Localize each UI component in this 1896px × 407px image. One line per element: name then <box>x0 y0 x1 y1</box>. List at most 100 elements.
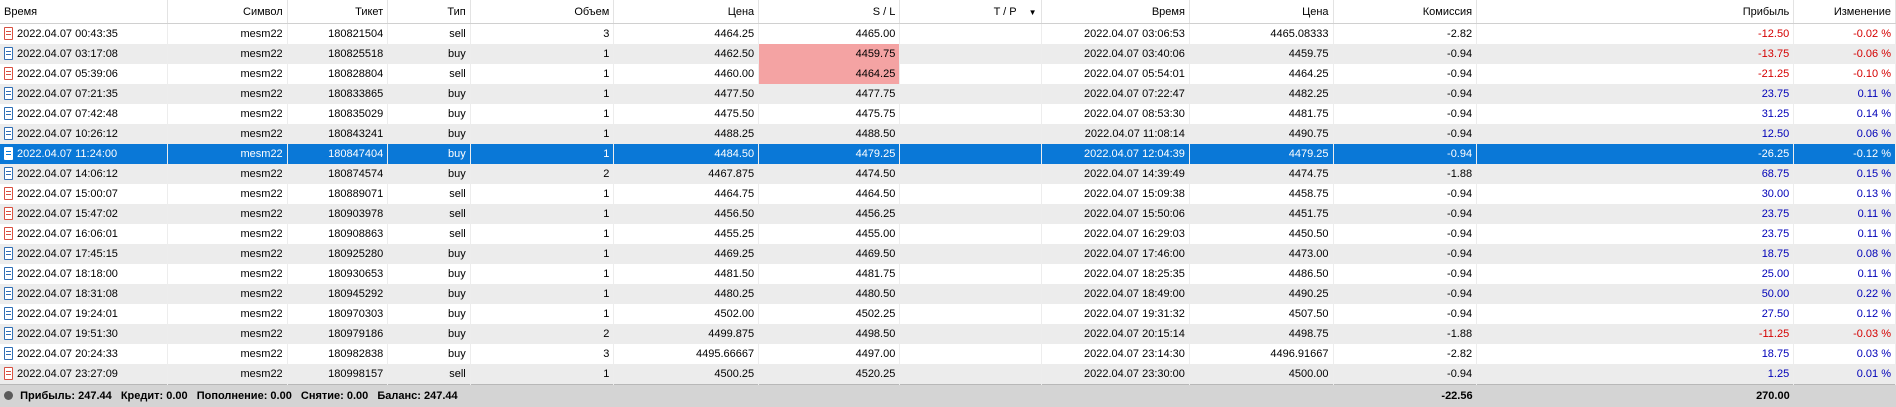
cell-time: 2022.04.07 07:42:48 <box>0 104 168 124</box>
cell-symbol: mesm22 <box>168 204 288 224</box>
cell-time-text: 2022.04.07 03:17:08 <box>17 48 118 60</box>
cell-sl: 4480.50 <box>759 284 900 304</box>
header-type[interactable]: Тип <box>388 0 471 24</box>
cell-time: 2022.04.07 17:45:15 <box>0 244 168 264</box>
header-volume[interactable]: Объем <box>470 0 614 24</box>
table-row[interactable]: 2022.04.07 17:45:15mesm22180925280buy144… <box>0 244 1896 264</box>
table-row[interactable]: 2022.04.07 03:17:08mesm22180825518buy144… <box>0 44 1896 64</box>
header-close-price[interactable]: Цена <box>1189 0 1333 24</box>
cell-symbol: mesm22 <box>168 24 288 45</box>
table-row[interactable]: 2022.04.07 23:27:09mesm22180998157sell14… <box>0 364 1896 385</box>
cell-change: -0.02 % <box>1794 24 1896 45</box>
table-row[interactable]: 2022.04.07 07:21:35mesm22180833865buy144… <box>0 84 1896 104</box>
header-close-time[interactable]: Время <box>1041 0 1189 24</box>
cell-commission: -0.94 <box>1333 224 1477 244</box>
table-row[interactable]: 2022.04.07 19:51:30mesm22180979186buy244… <box>0 324 1896 344</box>
table-row[interactable]: 2022.04.07 10:26:12mesm22180843241buy144… <box>0 124 1896 144</box>
cell-close-time: 2022.04.07 14:39:49 <box>1041 164 1189 184</box>
cell-change: 0.08 % <box>1794 244 1896 264</box>
table-row[interactable]: 2022.04.07 18:18:00mesm22180930653buy144… <box>0 264 1896 284</box>
header-sl[interactable]: S / L <box>759 0 900 24</box>
buy-order-icon <box>4 107 13 120</box>
header-tp[interactable]: T / P▼ <box>900 0 1041 24</box>
cell-sl: 4474.50 <box>759 164 900 184</box>
cell-volume: 1 <box>470 104 614 124</box>
cell-volume: 1 <box>470 284 614 304</box>
cell-close-price: 4498.75 <box>1189 324 1333 344</box>
table-row[interactable]: 2022.04.07 05:39:06mesm22180828804sell14… <box>0 64 1896 84</box>
buy-order-icon <box>4 87 13 100</box>
table-row[interactable]: 2022.04.07 14:06:12mesm22180874574buy244… <box>0 164 1896 184</box>
cell-ticket: 180825518 <box>287 44 388 64</box>
table-row[interactable]: 2022.04.07 19:24:01mesm22180970303buy145… <box>0 304 1896 324</box>
cell-close-price: 4451.75 <box>1189 204 1333 224</box>
cell-time-text: 2022.04.07 00:43:35 <box>17 28 118 40</box>
buy-order-icon <box>4 307 13 320</box>
cell-close-price: 4496.91667 <box>1189 344 1333 364</box>
cell-change: 0.11 % <box>1794 204 1896 224</box>
buy-order-icon <box>4 147 13 160</box>
header-symbol[interactable]: Символ <box>168 0 288 24</box>
table-row[interactable]: 2022.04.07 18:31:08mesm22180945292buy144… <box>0 284 1896 304</box>
cell-commission: -0.94 <box>1333 144 1477 164</box>
cell-profit: 23.75 <box>1477 204 1794 224</box>
header-price[interactable]: Цена <box>614 0 759 24</box>
cell-time: 2022.04.07 16:06:01 <box>0 224 168 244</box>
table-row[interactable]: 2022.04.07 00:43:35mesm22180821504sell34… <box>0 24 1896 45</box>
cell-profit: 23.75 <box>1477 224 1794 244</box>
cell-volume: 1 <box>470 64 614 84</box>
table-row[interactable]: 2022.04.07 20:24:33mesm22180982838buy344… <box>0 344 1896 364</box>
cell-sl: 4488.50 <box>759 124 900 144</box>
cell-symbol: mesm22 <box>168 244 288 264</box>
table-row[interactable]: 2022.04.07 15:47:02mesm22180903978sell14… <box>0 204 1896 224</box>
cell-time-text: 2022.04.07 07:42:48 <box>17 108 118 120</box>
cell-change: 0.01 % <box>1794 364 1896 385</box>
table-row[interactable]: 2022.04.07 07:42:48mesm22180835029buy144… <box>0 104 1896 124</box>
header-ticket[interactable]: Тикет <box>287 0 388 24</box>
table-row[interactable]: 2022.04.07 16:06:01mesm22180908863sell14… <box>0 224 1896 244</box>
cell-time: 2022.04.07 10:26:12 <box>0 124 168 144</box>
cell-time-text: 2022.04.07 15:00:07 <box>17 188 118 200</box>
cell-volume: 2 <box>470 324 614 344</box>
header-change[interactable]: Изменение <box>1794 0 1896 24</box>
table-row[interactable]: 2022.04.07 15:00:07mesm22180889071sell14… <box>0 184 1896 204</box>
cell-change: -0.12 % <box>1794 144 1896 164</box>
cell-close-time: 2022.04.07 11:08:14 <box>1041 124 1189 144</box>
table-row[interactable]: 2022.04.07 11:24:00mesm22180847404buy144… <box>0 144 1896 164</box>
cell-close-time: 2022.04.07 23:30:00 <box>1041 364 1189 385</box>
trade-rows: 2022.04.07 00:43:35mesm22180821504sell34… <box>0 24 1896 385</box>
cell-symbol: mesm22 <box>168 44 288 64</box>
cell-close-price: 4490.25 <box>1189 284 1333 304</box>
cell-symbol: mesm22 <box>168 104 288 124</box>
header-commission[interactable]: Комиссия <box>1333 0 1477 24</box>
cell-ticket: 180835029 <box>287 104 388 124</box>
cell-change: 0.03 % <box>1794 344 1896 364</box>
cell-ticket: 180821504 <box>287 24 388 45</box>
cell-sl: 4502.25 <box>759 304 900 324</box>
header-row: Время Символ Тикет Тип Объем Цена S / L … <box>0 0 1896 24</box>
cell-type: buy <box>388 324 471 344</box>
cell-symbol: mesm22 <box>168 364 288 385</box>
header-time[interactable]: Время <box>0 0 168 24</box>
buy-order-icon <box>4 347 13 360</box>
cell-symbol: mesm22 <box>168 144 288 164</box>
cell-type: buy <box>388 44 471 64</box>
cell-close-price: 4482.25 <box>1189 84 1333 104</box>
cell-tp <box>900 24 1041 45</box>
cell-commission: -2.82 <box>1333 344 1477 364</box>
header-profit[interactable]: Прибыль <box>1477 0 1794 24</box>
cell-symbol: mesm22 <box>168 324 288 344</box>
cell-ticket: 180970303 <box>287 304 388 324</box>
cell-commission: -2.82 <box>1333 24 1477 45</box>
cell-close-time: 2022.04.07 17:46:00 <box>1041 244 1189 264</box>
cell-close-time: 2022.04.07 19:31:32 <box>1041 304 1189 324</box>
cell-close-price: 4486.50 <box>1189 264 1333 284</box>
trade-history-table: Время Символ Тикет Тип Объем Цена S / L … <box>0 0 1896 407</box>
cell-profit: 50.00 <box>1477 284 1794 304</box>
cell-commission: -0.94 <box>1333 364 1477 385</box>
cell-tp <box>900 124 1041 144</box>
cell-sl: 4481.75 <box>759 264 900 284</box>
cell-commission: -0.94 <box>1333 264 1477 284</box>
cell-volume: 1 <box>470 364 614 385</box>
cell-volume: 1 <box>470 44 614 64</box>
